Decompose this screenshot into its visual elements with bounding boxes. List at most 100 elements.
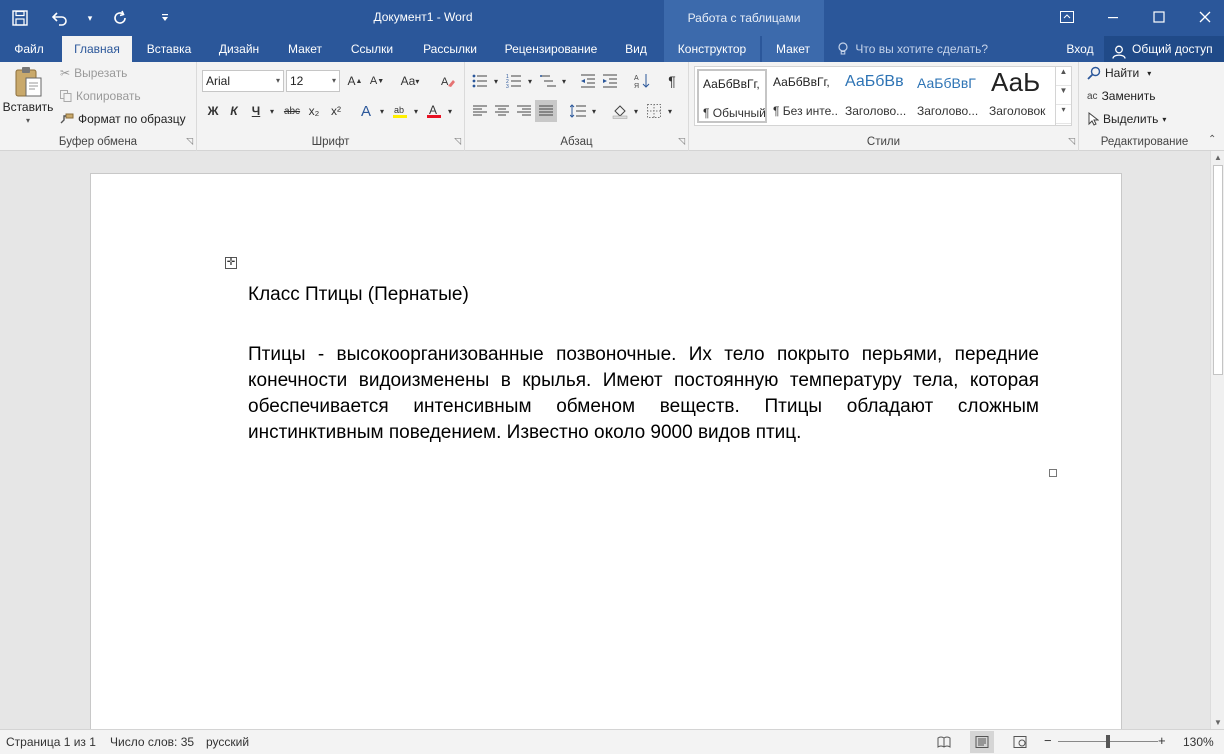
paste-label: Вставить (2, 100, 54, 114)
clipboard-group-label: Буфер обмена (58, 136, 138, 148)
status-bar: Страница 1 из 1 Число слов: 35 русский −… (0, 729, 1224, 754)
bold-button[interactable]: Ж (202, 100, 224, 122)
font-group-label: Шрифт (311, 136, 350, 148)
read-mode-icon[interactable] (932, 731, 956, 753)
tab-insert[interactable]: Вставка (138, 36, 200, 62)
font-size-combo[interactable]: 12 ▾ (286, 70, 340, 92)
italic-button[interactable]: К (223, 100, 245, 122)
style-name: ¶ Без инте... (773, 104, 839, 118)
tab-layout[interactable]: Макет (278, 36, 332, 62)
increase-indent-icon[interactable] (599, 70, 621, 92)
cut-label: Вырезать (74, 66, 128, 80)
table-move-handle-icon[interactable]: ✛ (225, 257, 237, 269)
strikethrough-button[interactable]: abc (281, 100, 303, 122)
clear-formatting-icon[interactable]: A (437, 70, 459, 92)
style-no-spacing[interactable]: АаБбВвГг, ¶ Без инте... (769, 69, 839, 123)
underline-dropdown-icon[interactable]: ▾ (261, 100, 283, 122)
paragraph-group-label: Абзац (560, 136, 593, 148)
table-resize-handle[interactable] (1049, 469, 1057, 477)
format-painter-button[interactable]: Формат по образцу (60, 112, 186, 126)
zoom-slider-thumb[interactable] (1106, 735, 1110, 748)
sort-icon[interactable]: AЯ (631, 70, 653, 92)
select-button[interactable]: Выделить ▾ (1087, 112, 1166, 126)
paragraph-launcher-icon[interactable]: ◹ (678, 136, 685, 147)
svg-text:A: A (441, 76, 449, 88)
styles-more-icon[interactable]: ▾ (1056, 105, 1071, 124)
tab-table-design[interactable]: Конструктор (664, 36, 760, 62)
document-paragraph[interactable]: Птицы - высокоорганизованные позвоночные… (248, 342, 1039, 446)
style-heading-1[interactable]: АаБбВв Заголово... (841, 69, 911, 123)
print-layout-icon[interactable] (970, 731, 994, 753)
justify-icon[interactable] (535, 100, 557, 122)
find-button[interactable]: Найти ▾ (1087, 66, 1151, 80)
line-spacing-dropdown-icon[interactable]: ▾ (583, 100, 605, 122)
scroll-thumb[interactable] (1213, 165, 1223, 375)
tab-view[interactable]: Вид (614, 36, 658, 62)
tab-mailings[interactable]: Рассылки (412, 36, 488, 62)
tab-references[interactable]: Ссылки (342, 36, 402, 62)
style-name: Заголовок (989, 104, 1046, 118)
shrink-font-button[interactable]: A ▼ (366, 70, 388, 92)
document-heading[interactable]: Класс Птицы (Пернатые) (248, 284, 469, 306)
style-normal[interactable]: АаБбВвГг, ¶ Обычный (697, 69, 767, 123)
clipboard-launcher-icon[interactable]: ◹ (186, 136, 193, 147)
maximize-icon[interactable] (1136, 0, 1182, 34)
show-formatting-icon[interactable]: ¶ (661, 70, 683, 92)
styles-scroll-down-icon[interactable]: ▼ (1056, 86, 1071, 105)
tab-table-layout[interactable]: Макет (762, 36, 824, 62)
copy-button[interactable]: Копировать (60, 89, 141, 103)
paste-dropdown-icon: ▾ (25, 116, 30, 125)
subscript-button[interactable]: x₂ (303, 100, 325, 122)
grow-font-button[interactable]: A ▲ (344, 70, 366, 92)
format-painter-label: Формат по образцу (78, 112, 186, 126)
ribbon: Вставить ▾ ✂ Вырезать Копировать Формат п… (0, 62, 1224, 151)
superscript-button[interactable]: x² (325, 100, 347, 122)
styles-scroll-up-icon[interactable]: ▲ (1056, 67, 1071, 86)
replace-button[interactable]: ac Заменить (1087, 89, 1156, 103)
scroll-up-icon[interactable]: ▲ (1211, 153, 1224, 162)
svg-text:A: A (429, 103, 437, 117)
copy-label: Копировать (76, 89, 141, 103)
align-right-icon[interactable] (513, 100, 535, 122)
style-heading-2[interactable]: АаБбВвГ Заголово... (913, 69, 983, 123)
styles-launcher-icon[interactable]: ◹ (1068, 136, 1075, 147)
page-count[interactable]: Страница 1 из 1 (6, 735, 96, 749)
collapse-ribbon-icon[interactable]: ⌃ (1208, 134, 1216, 145)
zoom-out-icon[interactable]: − (1044, 733, 1052, 748)
tab-design[interactable]: Дизайн (210, 36, 268, 62)
ribbon-display-options-icon[interactable] (1044, 0, 1090, 34)
share-button[interactable]: Общий доступ (1104, 36, 1224, 62)
word-count[interactable]: Число слов: 35 (110, 735, 194, 749)
tab-home[interactable]: Главная (62, 36, 132, 62)
web-layout-icon[interactable] (1008, 731, 1032, 753)
document-page[interactable]: ✛ Класс Птицы (Пернатые) Птицы - высокоо… (90, 173, 1122, 729)
zoom-in-icon[interactable]: + (1158, 733, 1166, 748)
document-canvas: ✛ Класс Птицы (Пернатые) Птицы - высокоо… (0, 151, 1210, 729)
chevron-down-icon: ▾ (331, 76, 336, 85)
chevron-down-icon: ▾ (275, 76, 280, 85)
tab-file[interactable]: Файл (0, 36, 58, 62)
tell-me-search[interactable]: Что вы хотите сделать? (838, 36, 988, 62)
language[interactable]: русский (206, 735, 249, 749)
font-name-combo[interactable]: Arial ▾ (202, 70, 284, 92)
style-title[interactable]: АаЬ Заголовок (985, 67, 1055, 123)
multilevel-dropdown-icon[interactable]: ▾ (553, 70, 575, 92)
style-preview: АаЬ (991, 67, 1041, 97)
align-center-icon[interactable] (491, 100, 513, 122)
styles-gallery: АаБбВвГг, ¶ Обычный АаБбВвГг, ¶ Без инте… (694, 66, 1072, 126)
decrease-indent-icon[interactable] (577, 70, 599, 92)
scroll-down-icon[interactable]: ▼ (1211, 718, 1224, 727)
tab-review[interactable]: Рецензирование (498, 36, 604, 62)
align-left-icon[interactable] (469, 100, 491, 122)
zoom-level[interactable]: 130% (1183, 735, 1214, 749)
font-launcher-icon[interactable]: ◹ (454, 136, 461, 147)
vertical-scrollbar[interactable]: ▲ ▼ (1210, 151, 1224, 729)
sign-in-link[interactable]: Вход (1060, 36, 1100, 62)
borders-dropdown-icon[interactable]: ▾ (659, 100, 681, 122)
font-color-dropdown-icon[interactable]: ▾ (439, 100, 461, 122)
minimize-icon[interactable] (1090, 0, 1136, 34)
paste-button[interactable]: Вставить ▾ (2, 66, 54, 125)
change-case-button[interactable]: Aa ▾ (395, 70, 425, 92)
cut-button[interactable]: ✂ Вырезать (60, 66, 127, 80)
close-icon[interactable] (1182, 0, 1224, 34)
